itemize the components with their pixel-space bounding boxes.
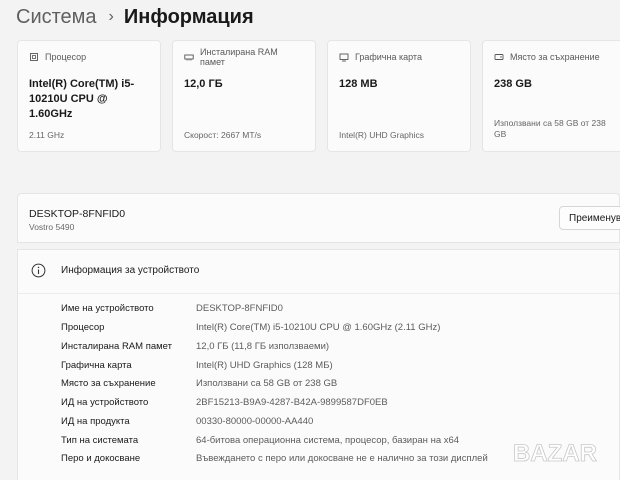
spec-value: 64-битова операционна система, процесор,… — [196, 434, 460, 446]
device-model: Vostro 5490 — [29, 222, 75, 232]
rename-pc-button[interactable]: Преименуване на този компютър — [559, 206, 620, 230]
device-name: DESKTOP-8FNFID0 — [29, 208, 126, 220]
card-processor-title: Процесор — [45, 52, 87, 62]
processor-icon — [30, 53, 38, 61]
spec-label: ИД на устройството — [61, 397, 149, 408]
chevron-right-icon: › — [108, 8, 114, 25]
info-icon — [31, 263, 46, 278]
card-storage: Място за съхранение 238 GB Използвани са… — [482, 40, 620, 152]
spec-label: Перо и докосване — [61, 453, 141, 464]
graphics-card-icon — [339, 53, 349, 62]
spec-value: 12,0 ГБ (11,8 ГБ използваеми) — [196, 341, 330, 352]
card-processor-value: Intel(R) Core(TM) i5-10210U CPU @ 1.60GH… — [29, 78, 135, 120]
card-storage-sub: Използвани са 58 GB от 238 GB — [494, 118, 606, 139]
spec-label: Графична карта — [61, 359, 132, 371]
storage-icon — [494, 54, 504, 60]
spec-label: Процесор — [61, 322, 105, 333]
spec-row: Процесор Intel(R) Core(TM) i5-10210U CPU… — [61, 319, 620, 338]
spec-value: Използвани са 58 GB от 238 GB — [196, 378, 338, 389]
watermark-text: BAZAR — [513, 440, 597, 467]
spec-row: Име на устройството DESKTOP-8FNFID0 — [61, 300, 620, 319]
card-ram: Инсталирана RAM памет 12,0 ГБ Скорост: 2… — [172, 40, 316, 152]
bazar-watermark-logo: BAZAR — [513, 440, 598, 468]
card-ram-sub: Скорост: 2667 MT/s — [184, 130, 262, 140]
spec-label: Тип на системата — [61, 434, 139, 446]
spec-row: Място за съхранение Използвани са 58 GB … — [61, 375, 620, 394]
spec-label: Място за съхранение — [61, 378, 156, 389]
card-storage-value: 238 GB — [494, 78, 532, 90]
card-processor: Процесор Intel(R) Core(TM) i5-10210U CPU… — [17, 40, 161, 152]
card-graphics-value: 128 MB — [339, 78, 378, 90]
spec-value: Въвеждането с перо или докосване не е на… — [196, 453, 488, 464]
spec-row: Инсталирана RAM памет 12,0 ГБ (11,8 ГБ и… — [61, 338, 620, 357]
card-graphics-sub: Intel(R) UHD Graphics — [339, 130, 425, 140]
spec-value: Intel(R) Core(TM) i5-10210U CPU @ 1.60GH… — [196, 322, 441, 333]
spec-value: 00330-80000-00000-AA440 — [196, 416, 314, 427]
spec-row: ИД на продукта 00330-80000-00000-AA440 — [61, 413, 620, 432]
spec-row: Графична карта Intel(R) UHD Graphics (12… — [61, 357, 620, 376]
device-specifications-header[interactable]: Информация за устройството — [18, 250, 619, 294]
card-ram-value: 12,0 ГБ — [184, 78, 223, 90]
spec-label: ИД на продукта — [61, 416, 130, 427]
card-graphics: Графична карта 128 MB Intel(R) UHD Graph… — [327, 40, 471, 152]
card-processor-sub: 2.11 GHz — [29, 130, 65, 140]
summary-cards: Процесор Intel(R) Core(TM) i5-10210U CPU… — [17, 40, 620, 152]
card-graphics-title: Графична карта — [355, 52, 422, 62]
spec-value: DESKTOP-8FNFID0 — [196, 303, 283, 314]
device-specifications-title: Информация за устройството — [61, 265, 200, 276]
card-ram-title: Инсталирана RAM памет — [200, 47, 278, 67]
spec-value: Intel(R) UHD Graphics (128 МБ) — [196, 359, 333, 371]
spec-label: Инсталирана RAM памет — [61, 341, 172, 352]
page-title: Информация — [123, 5, 254, 28]
spec-value: 2BF15213-B9A9-4287-B42A-9899587DF0EB — [196, 397, 388, 408]
card-storage-title: Място за съхранение — [510, 52, 600, 62]
spec-label: Име на устройството — [61, 303, 154, 314]
ram-icon — [184, 54, 194, 61]
spec-row: ИД на устройството 2BF15213-B9A9-4287-B4… — [61, 394, 620, 413]
device-name-row: DESKTOP-8FNFID0 Vostro 5490 Преименуване… — [17, 193, 620, 243]
breadcrumb-system-link[interactable]: Система — [16, 6, 97, 29]
breadcrumb: Система › Информация — [16, 2, 254, 32]
